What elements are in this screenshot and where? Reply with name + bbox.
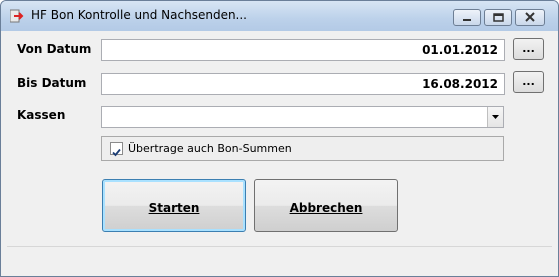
abbrechen-button-label: Abbrechen (289, 201, 363, 215)
chevron-down-icon (492, 115, 499, 119)
close-button[interactable] (515, 9, 545, 26)
minimize-icon (463, 19, 471, 21)
von-datum-label: Von Datum (17, 42, 92, 56)
abbrechen-button[interactable]: Abbrechen (254, 179, 398, 232)
von-datum-field[interactable]: 01.01.2012 (101, 39, 505, 61)
maximize-button[interactable] (484, 9, 512, 26)
dialog-window: HF Bon Kontrolle und Nachsenden... Von D… (0, 0, 559, 277)
bis-datum-field[interactable]: 16.08.2012 (101, 73, 505, 95)
starten-button-label: Starten (148, 201, 200, 215)
bis-datum-picker-button[interactable]: ... (513, 71, 544, 93)
checkmark-icon (112, 148, 121, 157)
uebertrage-bon-summen-label: Übertrage auch Bon-Summen (128, 142, 292, 155)
dropdown-arrow-button[interactable] (487, 107, 503, 127)
kassen-dropdown[interactable] (101, 106, 504, 128)
options-group: Übertrage auch Bon-Summen (101, 136, 504, 161)
von-datum-picker-button[interactable]: ... (513, 38, 544, 60)
minimize-button[interactable] (453, 9, 481, 26)
window-title: HF Bon Kontrolle und Nachsenden... (31, 8, 247, 22)
close-icon (525, 12, 535, 22)
dialog-body: Von Datum 01.01.2012 ... Bis Datum 16.08… (7, 31, 552, 269)
starten-button[interactable]: Starten (102, 179, 246, 232)
status-bar (7, 246, 552, 269)
kassen-label: Kassen (17, 108, 66, 122)
title-bar[interactable]: HF Bon Kontrolle und Nachsenden... (1, 1, 558, 31)
maximize-icon (493, 13, 504, 22)
app-icon (10, 9, 24, 23)
uebertrage-bon-summen-checkbox[interactable] (110, 142, 123, 157)
bis-datum-label: Bis Datum (17, 76, 87, 90)
